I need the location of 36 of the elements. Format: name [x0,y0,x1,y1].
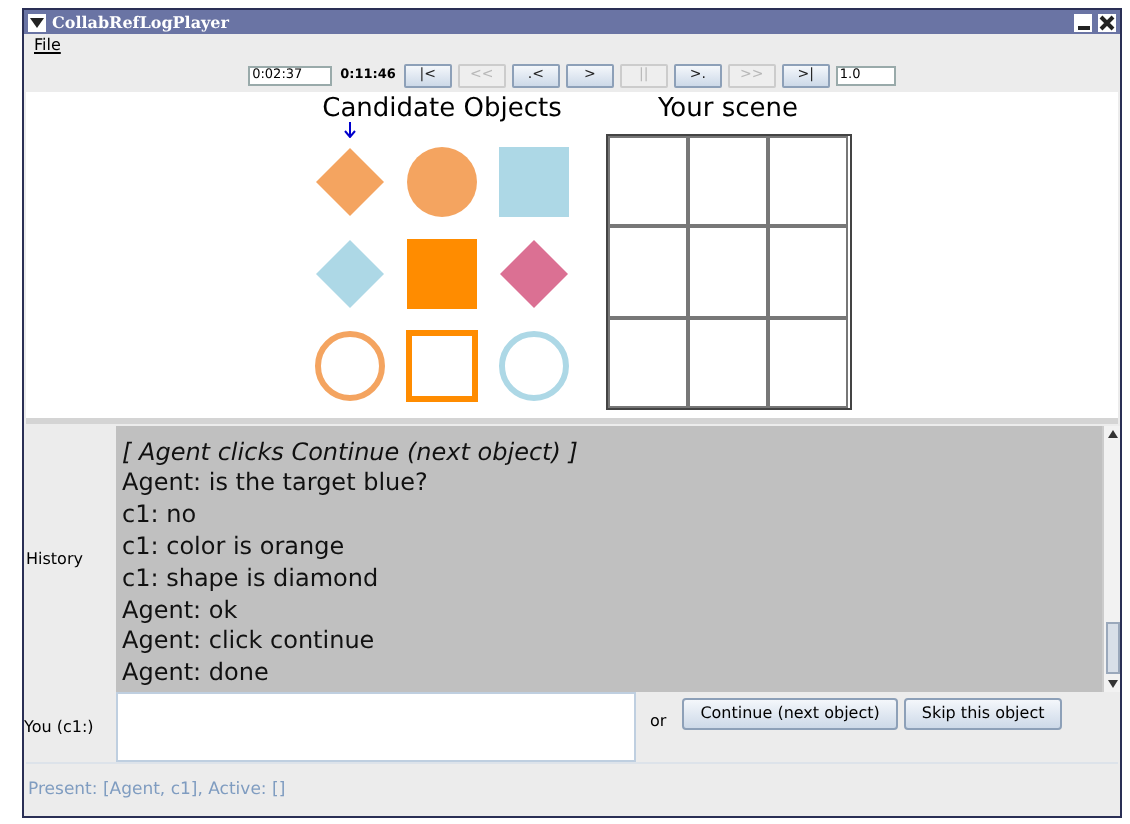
window-title: CollabRefLogPlayer [52,14,229,30]
diamond-shape[interactable] [314,146,386,218]
candidates-title: Candidate Objects [322,94,562,126]
message-line: c1: color is orange [122,532,347,564]
message-line: Agent: is the target blue? [122,468,430,501]
action-button[interactable]: Continue (next object) [682,698,898,730]
history-label: History [24,547,83,571]
input-label: You (c1:) [24,715,94,739]
diamond-shape[interactable] [498,238,570,310]
square-shape[interactable] [406,330,478,402]
scrollbar[interactable] [1102,426,1120,692]
message-line: c1: shape is diamond [122,563,381,596]
event-line: [ Agent clicks Continue (next object) ] [122,437,580,469]
close-icon[interactable] [1098,13,1116,31]
square-shape[interactable] [406,238,478,310]
circle-shape[interactable] [314,330,386,402]
square-shape[interactable] [498,146,570,218]
circle-shape[interactable] [406,146,478,218]
scroll-up-icon[interactable] [1107,430,1117,438]
message-line: Agent: click continue [122,626,377,659]
message-input[interactable] [116,692,636,762]
scene-title: Your scene [657,94,799,126]
message-line: Agent: done [122,658,271,690]
menu-item[interactable]: File [34,38,61,54]
or-label: or [650,710,667,734]
window-menu-icon[interactable] [28,13,46,31]
scroll-thumb[interactable] [1105,622,1119,674]
scroll-down-icon[interactable] [1107,680,1117,688]
action-button[interactable]: Skip this object [903,698,1063,730]
circle-shape[interactable] [498,330,570,402]
message-line: Agent: ok [122,595,240,627]
message-line: c1: no [122,500,199,533]
minimize-button[interactable] [1074,13,1092,31]
diamond-shape[interactable] [314,238,386,310]
scene-grid[interactable] [605,134,851,410]
status-text: Present: [Agent, c1], Active: [] [26,777,286,803]
